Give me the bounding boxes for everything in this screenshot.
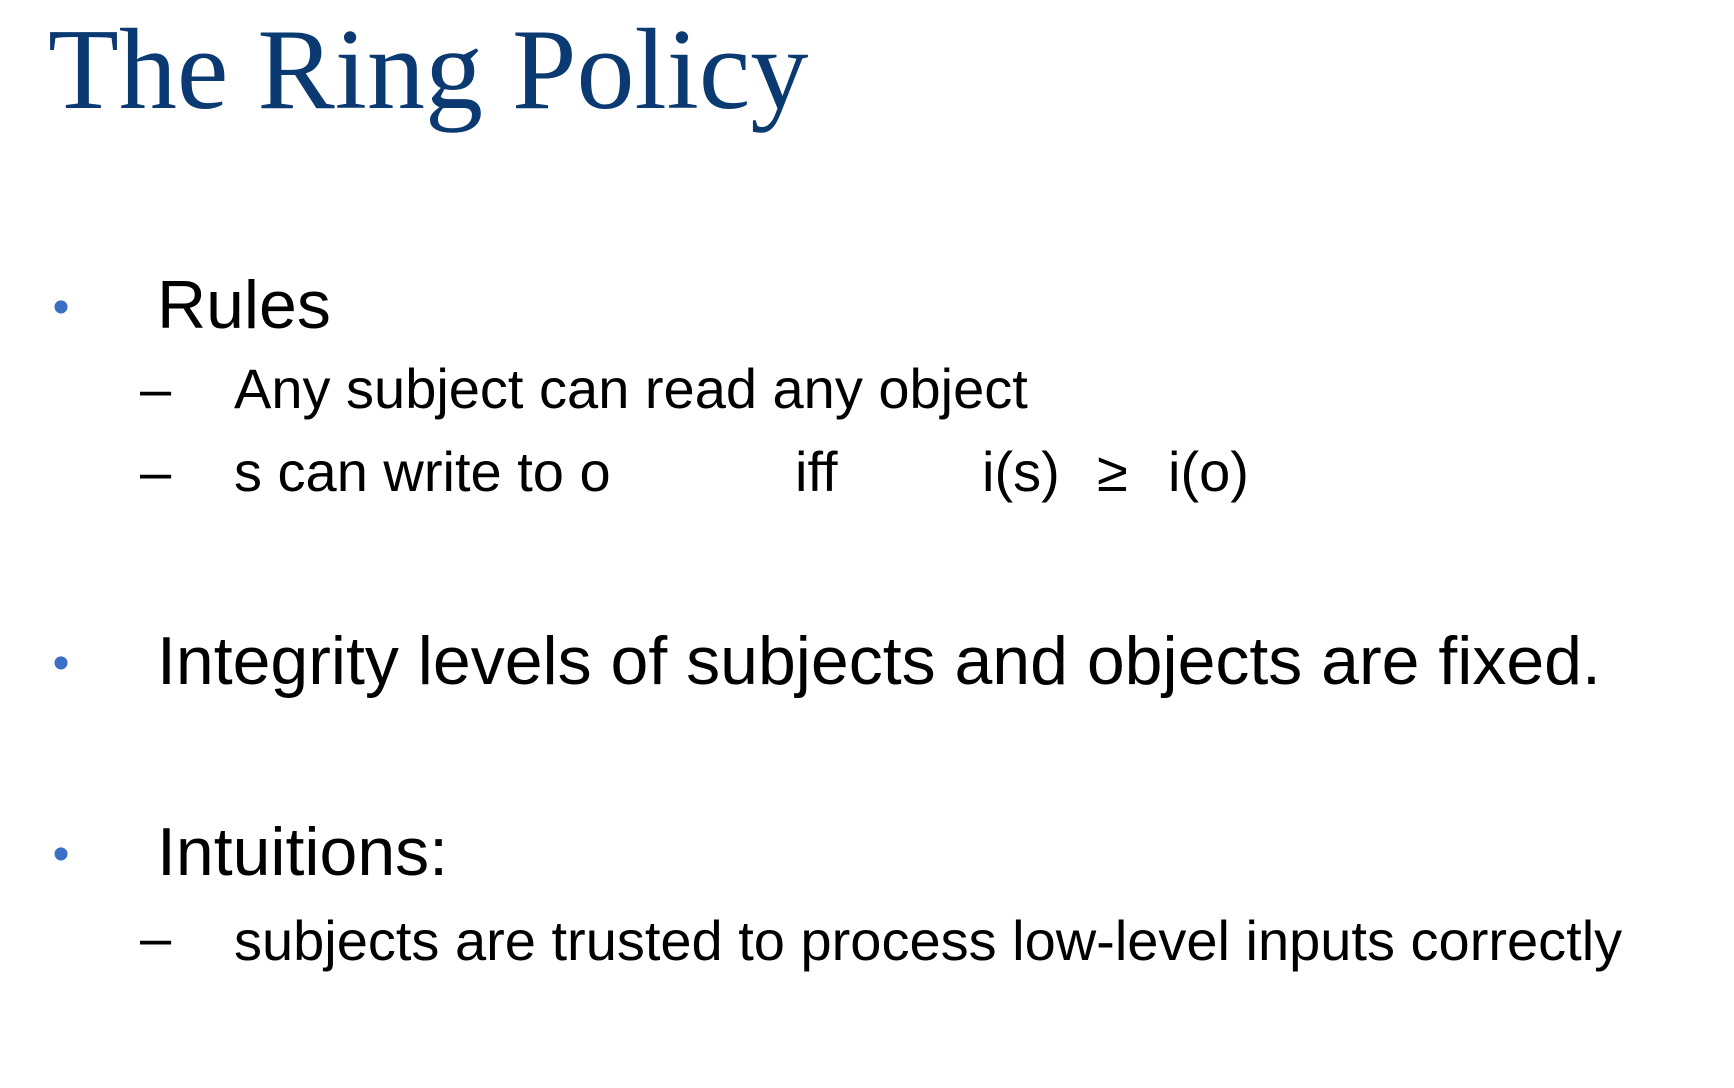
bullet-intuitions: Intuitions: [157, 814, 449, 890]
formula-operator: ≥ [1097, 440, 1128, 503]
formula-left-operand: i(s) [982, 440, 1060, 503]
formula-right-operand: i(o) [1168, 440, 1249, 503]
bullet-integrity-levels: Integrity levels of subjects and objects… [157, 623, 1601, 699]
dash-icon: – [140, 906, 172, 969]
bullet-icon: • [52, 828, 70, 881]
bullet-icon: • [52, 637, 70, 690]
bullet-icon: • [52, 281, 70, 334]
formula-connective: iff [795, 440, 838, 503]
dash-icon: – [140, 440, 172, 503]
formula-lhs: s can write to o [234, 440, 611, 503]
intuition-subjects-trusted: subjects are trusted to process low-leve… [234, 909, 1623, 972]
rule-read: Any subject can read any object [234, 357, 1028, 420]
slide-title: The Ring Policy [48, 6, 809, 134]
dash-icon: – [140, 357, 172, 420]
bullet-rules: Rules [157, 267, 331, 343]
